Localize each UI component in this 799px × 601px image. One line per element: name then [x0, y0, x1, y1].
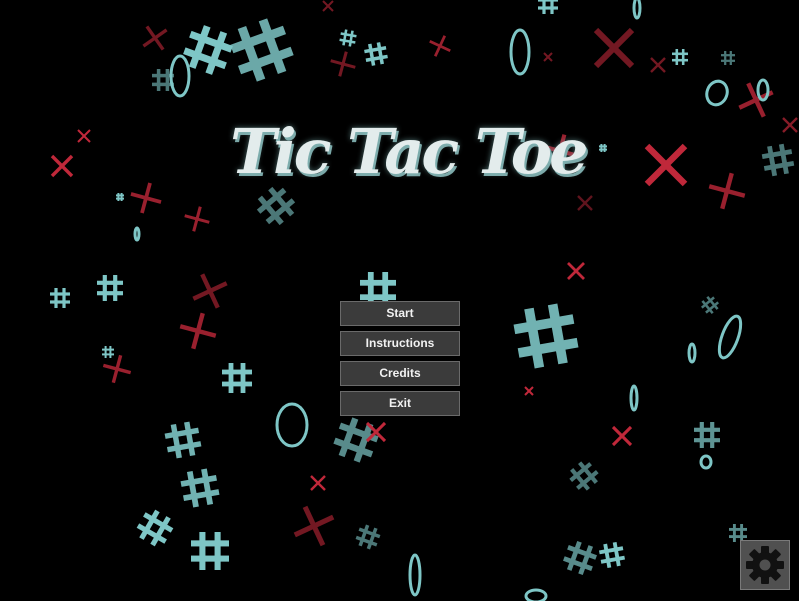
- x-symbol: [293, 505, 335, 547]
- o-symbol: [717, 314, 743, 360]
- board-symbol: [136, 509, 174, 547]
- board-symbol: [191, 532, 229, 570]
- settings-button[interactable]: [740, 540, 790, 590]
- x-symbol: [567, 262, 585, 280]
- board-symbol: [116, 193, 124, 201]
- board-symbol: [164, 421, 202, 459]
- x-symbol: [322, 0, 334, 12]
- board-symbol: [694, 422, 720, 448]
- gear-icon: [746, 546, 784, 584]
- x-symbol: [611, 425, 633, 447]
- o-symbol: [133, 226, 141, 242]
- o-symbol: [524, 588, 548, 601]
- x-symbol: [644, 143, 688, 187]
- o-symbol: [699, 454, 713, 470]
- x-symbol: [142, 25, 168, 51]
- board-symbol: [761, 143, 795, 177]
- o-symbol: [408, 553, 422, 597]
- x-symbol: [330, 51, 356, 77]
- o-symbol: [629, 384, 639, 412]
- x-symbol: [429, 35, 451, 57]
- x-symbol: [782, 117, 798, 133]
- x-symbol: [577, 195, 593, 211]
- board-symbol: [222, 363, 252, 393]
- board-symbol: [102, 346, 114, 358]
- x-symbol: [310, 475, 326, 491]
- game-title: Tic Tac Toe: [230, 115, 589, 188]
- board-symbol: [50, 288, 70, 308]
- board-symbol: [599, 144, 607, 152]
- o-symbol: [687, 342, 697, 364]
- board-symbol: [230, 18, 294, 82]
- o-symbol: [509, 28, 531, 76]
- board-symbol: [333, 417, 379, 463]
- board-symbol: [563, 541, 597, 575]
- start-button[interactable]: Start: [340, 301, 460, 326]
- x-symbol: [543, 52, 553, 62]
- o-symbol: [705, 79, 729, 107]
- x-symbol: [179, 312, 217, 350]
- board-symbol: [672, 49, 688, 65]
- x-symbol: [130, 182, 162, 214]
- main-menu: Start Instructions Credits Exit: [340, 301, 460, 421]
- board-symbol: [355, 524, 381, 550]
- instructions-button[interactable]: Instructions: [340, 331, 460, 356]
- board-symbol: [339, 29, 357, 47]
- x-symbol: [77, 129, 91, 143]
- game-screen: Tic Tac Toe Start Instructions Credits E…: [0, 0, 799, 601]
- board-symbol: [180, 468, 220, 508]
- board-symbol: [569, 461, 599, 491]
- x-symbol: [708, 172, 746, 210]
- o-symbol: [275, 402, 309, 448]
- credits-button[interactable]: Credits: [340, 361, 460, 386]
- o-symbol: [632, 0, 642, 20]
- x-symbol: [192, 273, 228, 309]
- x-symbol: [650, 57, 666, 73]
- x-symbol: [593, 27, 635, 69]
- x-symbol: [184, 206, 210, 232]
- x-symbol: [102, 354, 132, 384]
- board-symbol: [538, 0, 558, 14]
- board-symbol: [700, 295, 720, 315]
- x-symbol: [50, 154, 74, 178]
- board-symbol: [721, 51, 735, 65]
- board-symbol: [97, 275, 123, 301]
- board-symbol: [364, 42, 388, 66]
- board-symbol: [513, 303, 579, 369]
- x-symbol: [524, 386, 534, 396]
- exit-button[interactable]: Exit: [340, 391, 460, 416]
- board-symbol: [599, 542, 625, 568]
